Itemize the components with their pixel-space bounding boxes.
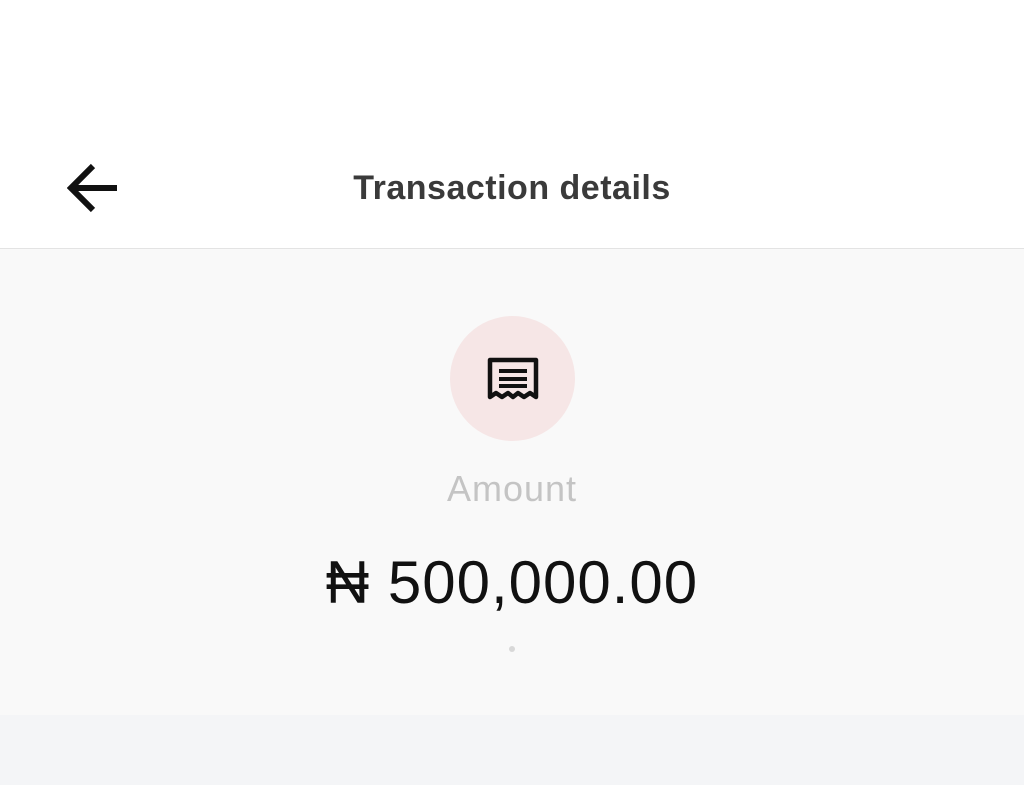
amount-label: Amount xyxy=(446,468,578,509)
receipt-badge xyxy=(450,316,575,441)
amount-value: ₦ 500,000.00 xyxy=(325,549,699,616)
transaction-summary: Amount ₦ 500,000.00 xyxy=(0,249,1024,715)
status-bar-area xyxy=(0,0,1024,130)
app-header: Transaction details xyxy=(0,130,1024,249)
receipt-icon xyxy=(487,357,538,399)
page-title: Transaction details xyxy=(353,169,671,207)
page-indicator-dot xyxy=(509,646,515,652)
details-section xyxy=(0,715,1024,785)
